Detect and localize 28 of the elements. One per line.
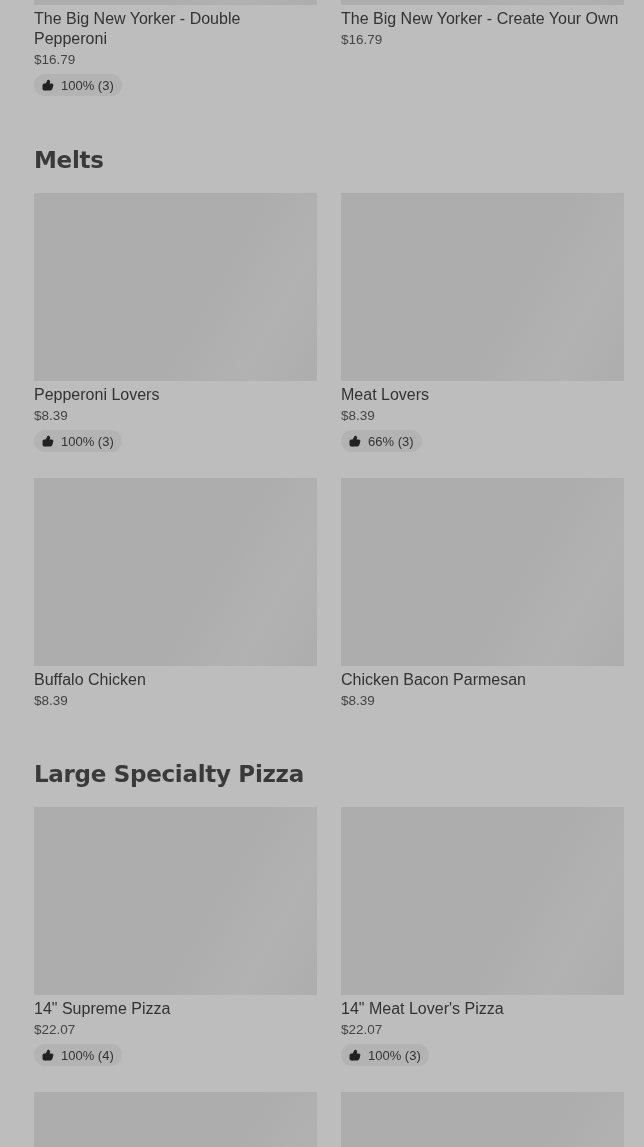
rating-text: 100% (3) [61, 77, 114, 93]
item-price: $8.39 [341, 692, 376, 710]
item-title[interactable]: Chicken Bacon Parmesan [341, 670, 624, 690]
item-price: $8.39 [341, 407, 376, 425]
item-price: $22.07 [341, 1021, 384, 1039]
item-price: $16.79 [34, 51, 77, 69]
item-title[interactable]: Pepperoni Lovers [34, 385, 317, 405]
thumbs-up-icon [349, 435, 361, 447]
thumbs-up-icon [42, 435, 54, 447]
item-title[interactable]: Buffalo Chicken [34, 670, 317, 690]
item-title[interactable]: Meat Lovers [341, 385, 624, 405]
rating-text: 66% (3) [368, 433, 414, 449]
item-title[interactable]: 14" Supreme Pizza [34, 999, 317, 1019]
item-price: $16.79 [341, 31, 384, 49]
thumbs-up-icon [349, 1049, 361, 1061]
item-title[interactable]: The Big New Yorker - Create Your Own [341, 9, 624, 29]
item-price: $22.07 [34, 1021, 77, 1039]
rating-text: 100% (4) [61, 1047, 114, 1063]
item-price: $8.39 [34, 407, 69, 425]
rating-text: 100% (3) [368, 1047, 421, 1063]
section-heading: Large Specialty Pizza [34, 760, 305, 788]
thumbs-up-icon [42, 79, 54, 91]
section-heading: Melts [34, 146, 105, 174]
thumbs-up-icon [42, 1049, 54, 1061]
rating-text: 100% (3) [61, 433, 114, 449]
item-price: $8.39 [34, 692, 69, 710]
item-title[interactable]: The Big New Yorker - Double Pepperoni [34, 9, 317, 49]
item-title[interactable]: 14" Meat Lover's Pizza [341, 999, 624, 1019]
